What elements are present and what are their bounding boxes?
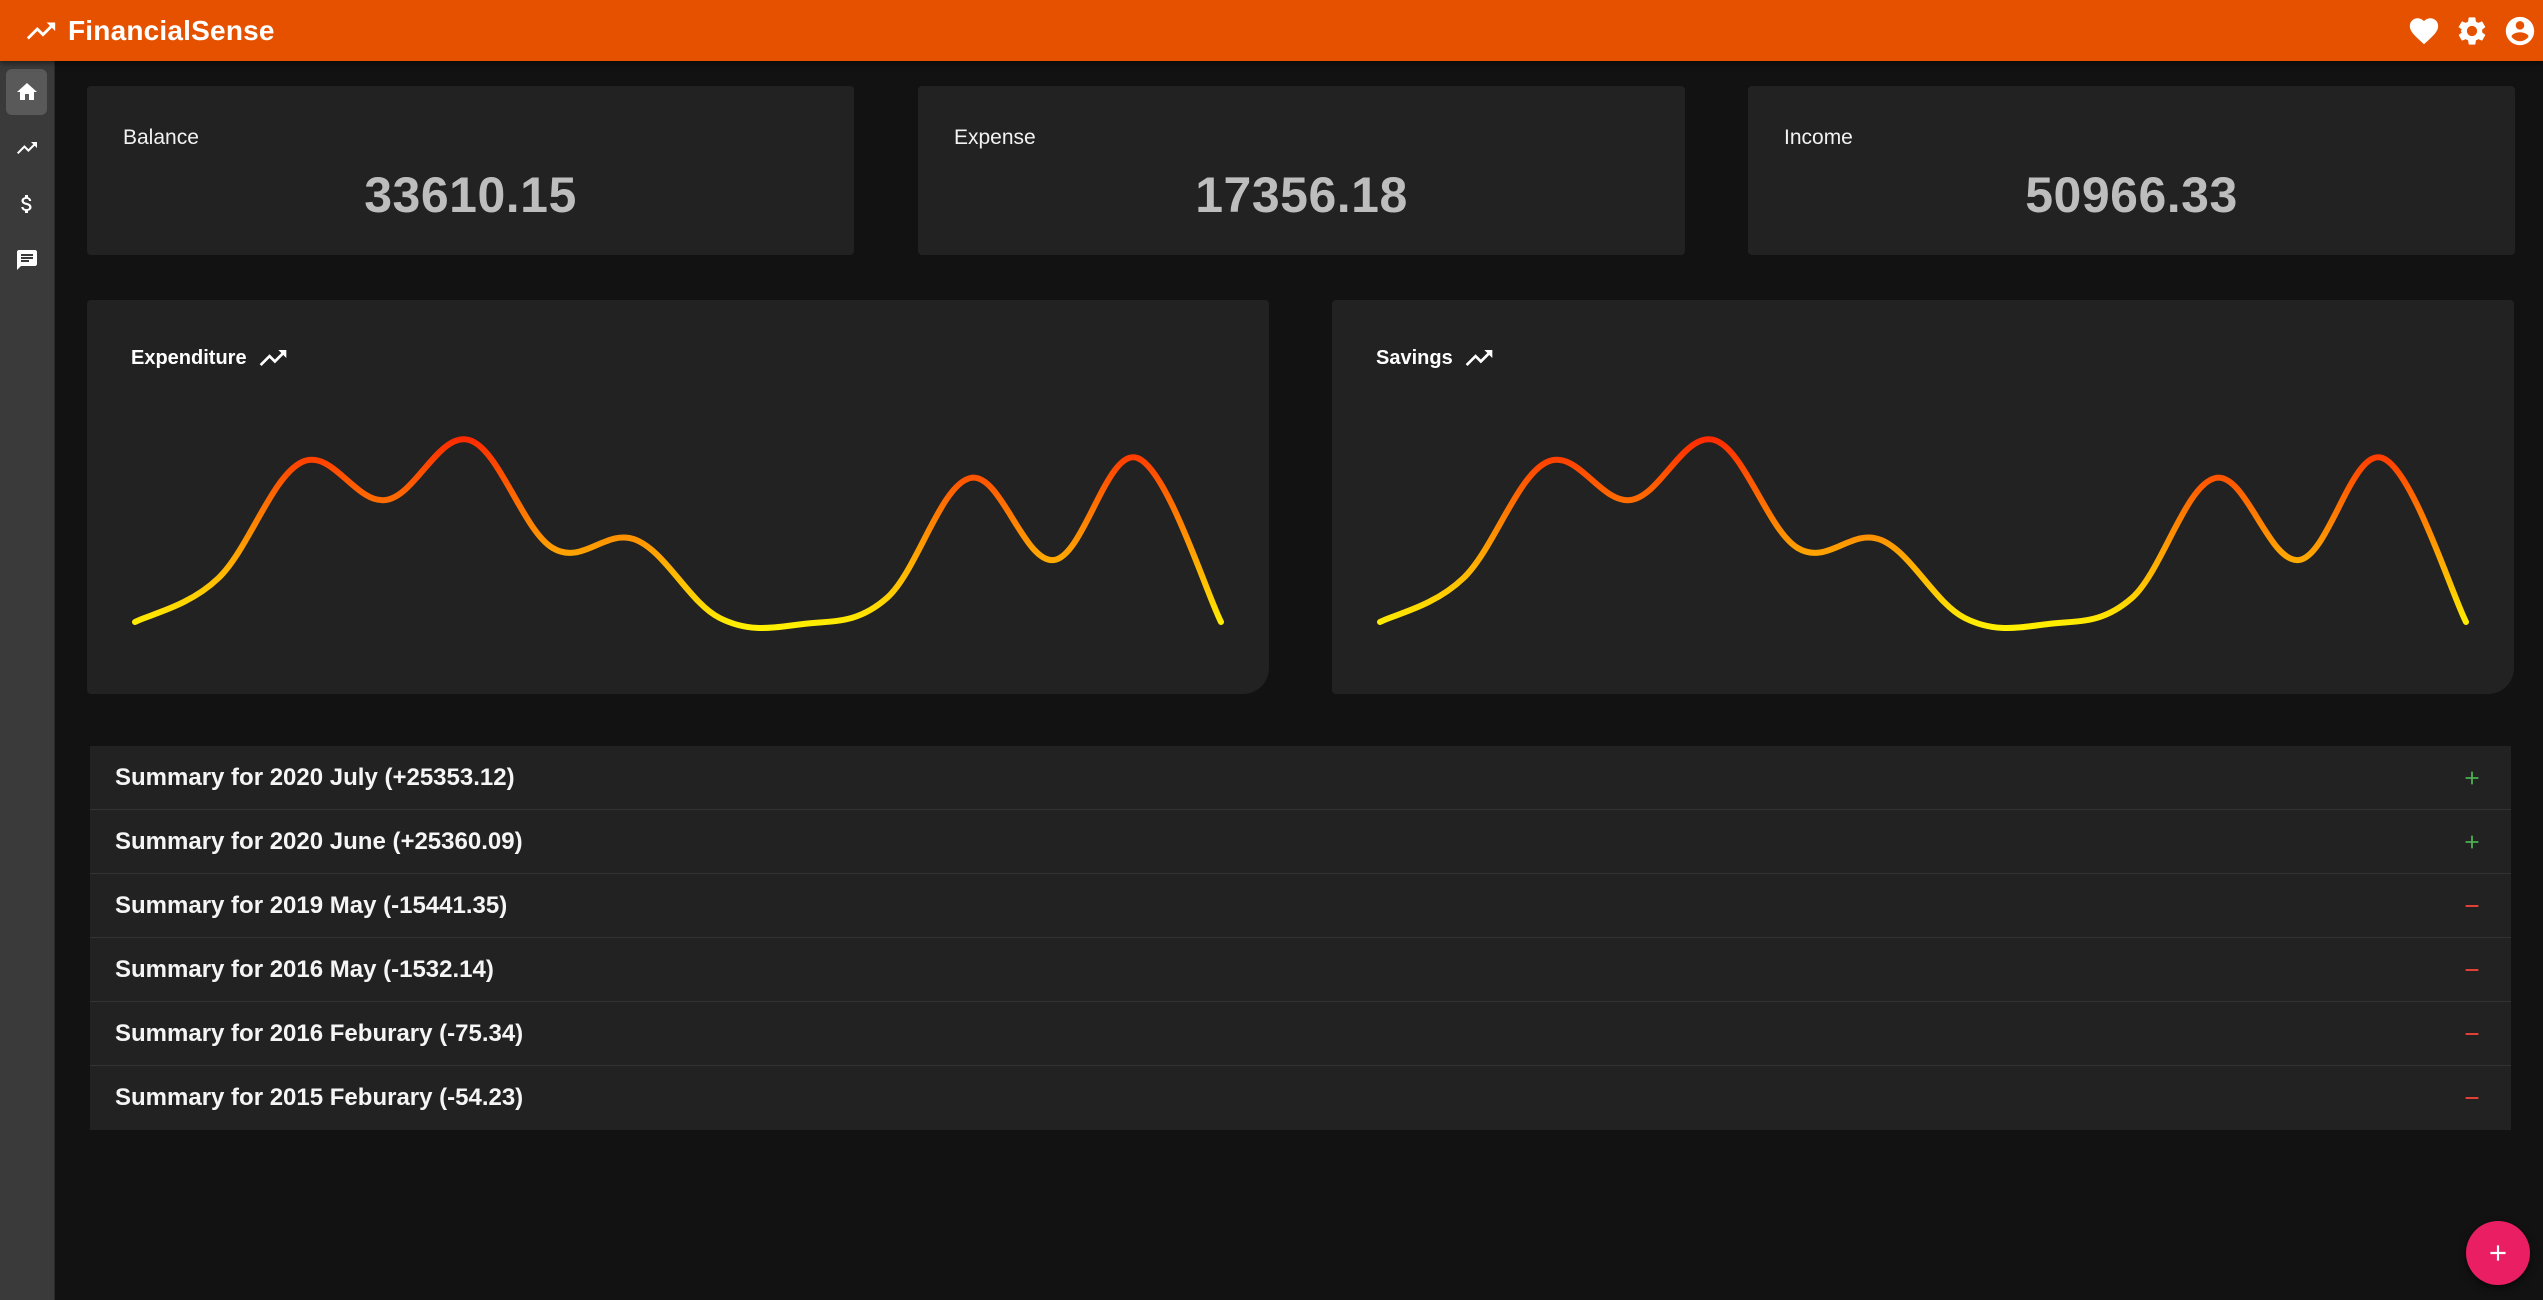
sidebar xyxy=(0,61,55,1300)
summary-title: Summary for 2015 Feburary (-54.23) xyxy=(115,1084,524,1111)
summary-title: Summary for 2016 May (-1532.14) xyxy=(115,955,494,983)
add-button[interactable] xyxy=(2466,1221,2530,1285)
collapse-minus-icon[interactable] xyxy=(2461,1023,2483,1045)
summary-row[interactable]: Summary for 2020 June (+25360.09) xyxy=(90,810,2511,874)
dollar-icon xyxy=(20,195,31,213)
sidebar-item-money[interactable] xyxy=(6,181,47,227)
trending-up-icon xyxy=(16,142,37,154)
income-value: 50966.33 xyxy=(2025,167,2238,223)
summary-list: Summary for 2020 July (+25353.12) Summary… xyxy=(90,746,2511,1130)
savings-chart-card: Savings xyxy=(1332,300,2514,694)
sidebar-item-trends[interactable] xyxy=(6,125,47,171)
account-button[interactable] xyxy=(2503,14,2537,48)
summary-row[interactable]: Summary for 2019 May (-15441.35) xyxy=(90,874,2511,938)
collapse-minus-icon[interactable] xyxy=(2461,959,2483,981)
heart-icon xyxy=(2409,17,2439,44)
app-title: FinancialSense xyxy=(68,14,275,46)
summary-row[interactable]: Summary for 2016 May (-1532.14) xyxy=(90,938,2511,1002)
expenditure-chart-card: Expenditure xyxy=(87,300,1269,694)
expand-plus-icon[interactable] xyxy=(2461,831,2483,853)
balance-value: 33610.15 xyxy=(364,167,577,223)
income-card: Income 50966.33 xyxy=(1748,86,2515,255)
collapse-minus-icon[interactable] xyxy=(2461,1087,2483,1109)
summary-row[interactable]: Summary for 2015 Feburary (-54.23) xyxy=(90,1066,2511,1130)
expense-value: 17356.18 xyxy=(1195,167,1408,223)
summary-title: Summary for 2020 June (+25360.09) xyxy=(115,827,523,855)
favorites-button[interactable] xyxy=(2407,14,2441,48)
summary-row[interactable]: Summary for 2016 Feburary (-75.34) xyxy=(90,1002,2511,1066)
brand[interactable]: FinancialSense xyxy=(24,14,275,48)
plus-icon xyxy=(2490,1245,2506,1261)
collapse-minus-icon[interactable] xyxy=(2461,895,2483,917)
sidebar-item-home[interactable] xyxy=(6,69,47,115)
settings-button[interactable] xyxy=(2455,14,2489,48)
balance-card: Balance 33610.15 xyxy=(87,86,854,255)
expense-card: Expense 17356.18 xyxy=(918,86,1685,255)
balance-label: Balance xyxy=(123,126,199,149)
expense-label: Expense xyxy=(954,126,1036,149)
summary-title: Summary for 2019 May (-15441.35) xyxy=(115,891,508,919)
income-label: Income xyxy=(1784,126,1853,149)
sidebar-item-messages[interactable] xyxy=(6,237,47,283)
summary-row[interactable]: Summary for 2020 July (+25353.12) xyxy=(90,746,2511,810)
series-line xyxy=(1377,436,2469,632)
app-bar: FinancialSense xyxy=(0,0,2543,61)
home-icon xyxy=(16,83,37,100)
summary-title: Summary for 2016 Feburary (-75.34) xyxy=(115,1019,524,1047)
message-icon xyxy=(16,250,37,270)
trending-up-icon xyxy=(26,22,56,39)
summary-title: Summary for 2020 July (+25353.12) xyxy=(115,763,515,791)
expenditure-chart xyxy=(132,436,1224,632)
account-icon xyxy=(2505,16,2535,45)
expand-plus-icon[interactable] xyxy=(2461,767,2483,789)
savings-chart xyxy=(1377,436,2469,632)
settings-icon xyxy=(2458,16,2486,45)
series-line xyxy=(132,436,1224,632)
